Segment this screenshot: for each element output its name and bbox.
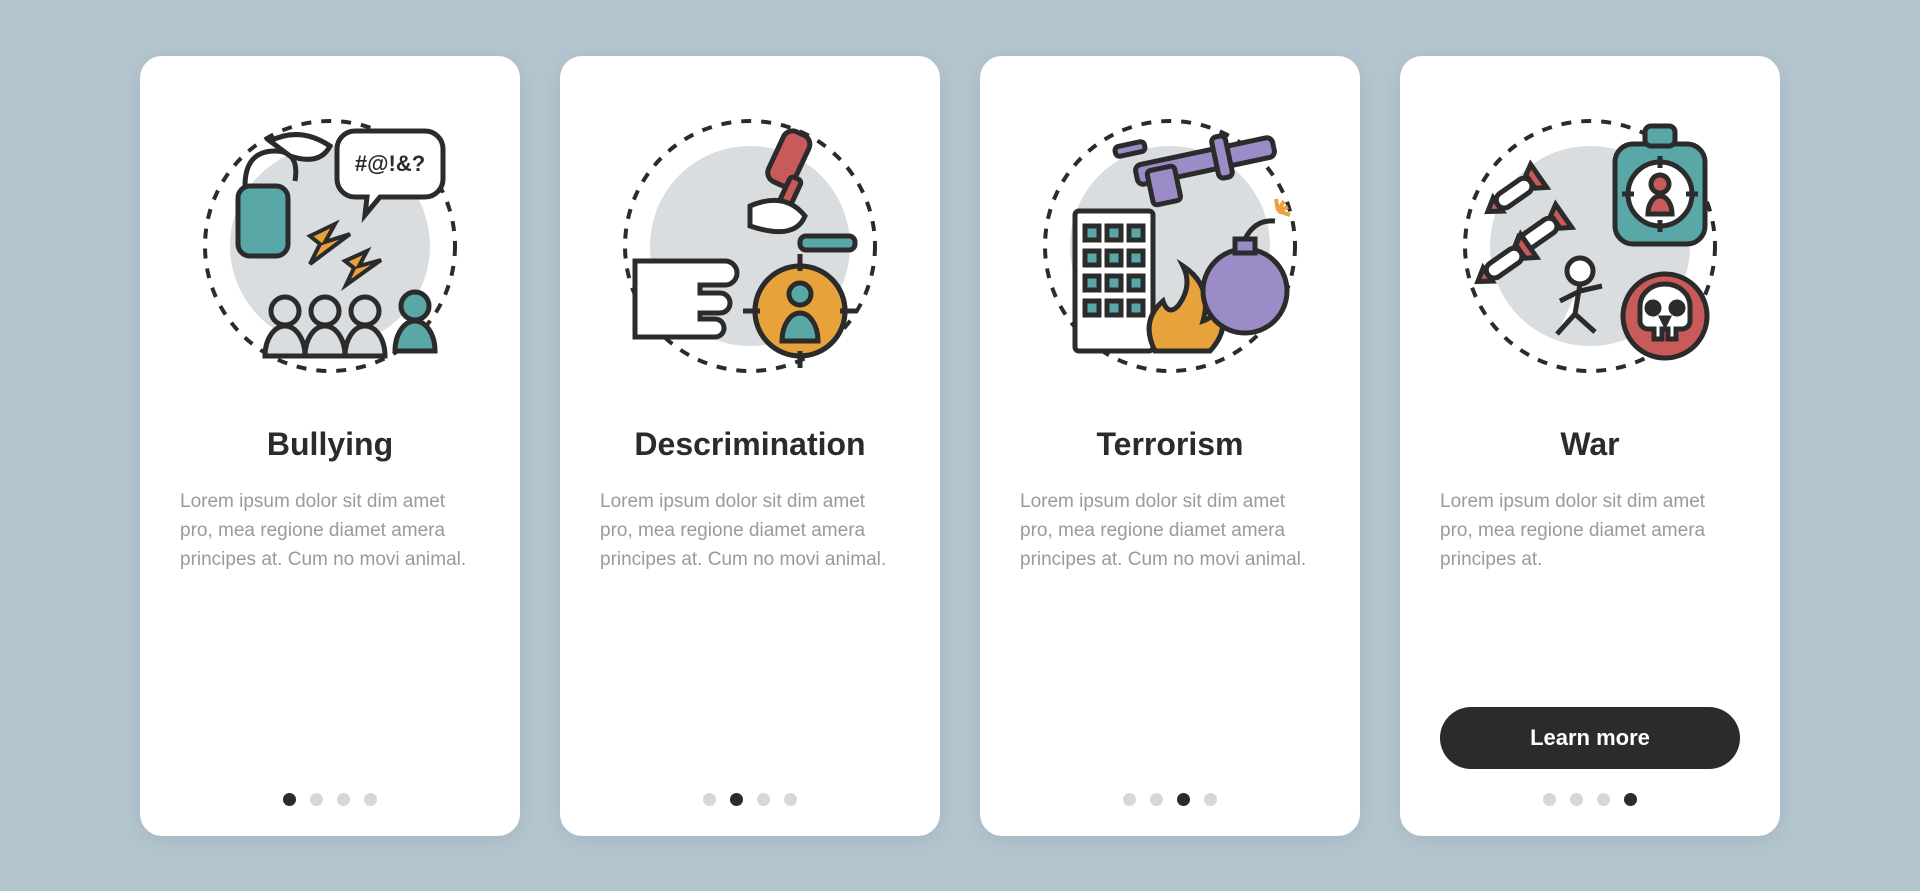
war-icon xyxy=(1440,96,1740,396)
discrimination-icon xyxy=(600,96,900,396)
bullying-icon: #@!&? xyxy=(180,96,480,396)
onboarding-card-discrimination: Descrimination Lorem ipsum dolor sit dim… xyxy=(560,56,940,836)
dot[interactable] xyxy=(730,793,743,806)
learn-more-button[interactable]: Learn more xyxy=(1440,707,1740,769)
dot[interactable] xyxy=(1624,793,1637,806)
card-title: Bullying xyxy=(267,426,393,463)
dot[interactable] xyxy=(1570,793,1583,806)
card-description: Lorem ipsum dolor sit dim amet pro, mea … xyxy=(1440,487,1740,707)
dot[interactable] xyxy=(757,793,770,806)
dot[interactable] xyxy=(1150,793,1163,806)
card-description: Lorem ipsum dolor sit dim amet pro, mea … xyxy=(180,487,480,793)
dot[interactable] xyxy=(1543,793,1556,806)
onboarding-card-terrorism: Terrorism Lorem ipsum dolor sit dim amet… xyxy=(980,56,1360,836)
dot[interactable] xyxy=(1177,793,1190,806)
dot[interactable] xyxy=(1204,793,1217,806)
dot[interactable] xyxy=(337,793,350,806)
card-description: Lorem ipsum dolor sit dim amet pro, mea … xyxy=(600,487,900,793)
terrorism-icon xyxy=(1020,96,1320,396)
dot[interactable] xyxy=(1597,793,1610,806)
pagination-dots xyxy=(1543,793,1637,806)
dot[interactable] xyxy=(364,793,377,806)
card-description: Lorem ipsum dolor sit dim amet pro, mea … xyxy=(1020,487,1320,793)
card-title: Terrorism xyxy=(1096,426,1243,463)
onboarding-card-bullying: #@!&? Bullying Lorem ipsum dolor sit dim… xyxy=(140,56,520,836)
dot[interactable] xyxy=(784,793,797,806)
svg-text:#@!&?: #@!&? xyxy=(355,151,425,176)
pagination-dots xyxy=(1123,793,1217,806)
card-title: War xyxy=(1560,426,1619,463)
pagination-dots xyxy=(703,793,797,806)
card-title: Descrimination xyxy=(634,426,865,463)
onboarding-card-war: War Lorem ipsum dolor sit dim amet pro, … xyxy=(1400,56,1780,836)
pagination-dots xyxy=(283,793,377,806)
dot[interactable] xyxy=(310,793,323,806)
dot[interactable] xyxy=(703,793,716,806)
dot[interactable] xyxy=(1123,793,1136,806)
dot[interactable] xyxy=(283,793,296,806)
